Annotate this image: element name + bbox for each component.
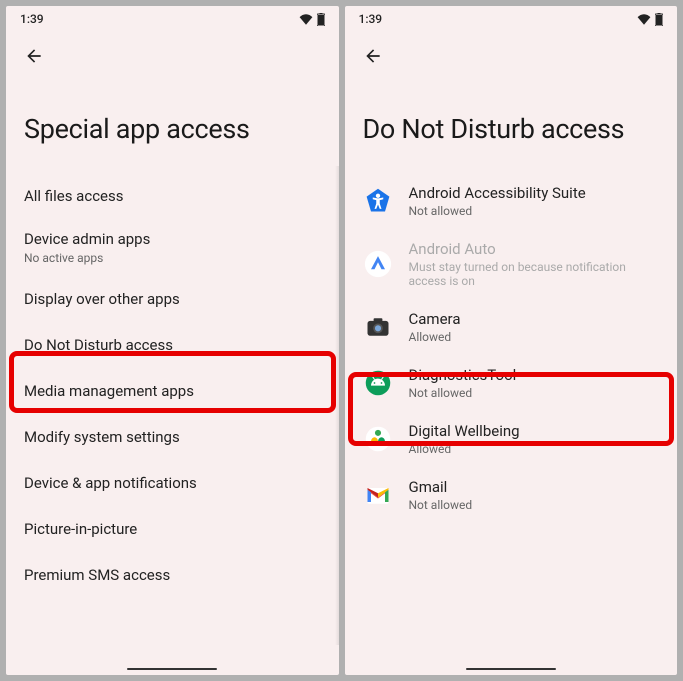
status-time: 1:39 [20, 12, 44, 26]
back-button[interactable] [355, 38, 391, 74]
app-digital-wellbeing[interactable]: Digital Wellbeing Allowed [345, 411, 678, 467]
app-status: Must stay turned on because notification… [409, 260, 660, 288]
app-gmail[interactable]: Gmail Not allowed [345, 467, 678, 523]
header [6, 30, 339, 74]
status-icons [637, 13, 663, 26]
app-accessibility-suite[interactable]: Android Accessibility Suite Not allowed [345, 173, 678, 229]
back-button[interactable] [16, 38, 52, 74]
item-display-over-apps[interactable]: Display over other apps [6, 276, 339, 322]
app-name: Android Accessibility Suite [409, 184, 660, 202]
status-bar: 1:39 [6, 6, 339, 30]
list-label: Premium SMS access [24, 566, 321, 584]
battery-icon [317, 13, 325, 26]
nav-indicator[interactable] [466, 668, 556, 670]
status-icons [299, 13, 325, 26]
list-label: Device admin apps [24, 230, 321, 248]
android-head-icon [363, 368, 393, 398]
header [345, 30, 678, 74]
list-label: Display over other apps [24, 290, 321, 308]
list-label: Picture-in-picture [24, 520, 321, 538]
arrow-left-icon [363, 46, 383, 66]
list-label: Do Not Disturb access [24, 336, 321, 354]
accessibility-icon [363, 186, 393, 216]
battery-icon [655, 13, 663, 26]
app-status: Not allowed [409, 498, 660, 512]
app-diagnostics-tool[interactable]: DiagnosticsTool Not allowed [345, 355, 678, 411]
gmail-icon [363, 480, 393, 510]
app-status: Not allowed [409, 204, 660, 218]
settings-list: All files access Device admin apps No act… [6, 173, 339, 675]
page-title: Do Not Disturb access [345, 74, 678, 173]
app-name: Gmail [409, 478, 660, 496]
arrow-left-icon [24, 46, 44, 66]
wifi-icon [299, 14, 313, 25]
list-label: Modify system settings [24, 428, 321, 446]
app-status: Allowed [409, 330, 660, 344]
item-premium-sms-access[interactable]: Premium SMS access [6, 552, 339, 598]
list-label: Media management apps [24, 382, 321, 400]
item-device-app-notifications[interactable]: Device & app notifications [6, 460, 339, 506]
item-do-not-disturb-access[interactable]: Do Not Disturb access [6, 322, 339, 368]
list-label: All files access [24, 187, 321, 205]
item-picture-in-picture[interactable]: Picture-in-picture [6, 506, 339, 552]
android-auto-icon [363, 249, 393, 279]
status-time: 1:39 [359, 12, 383, 26]
left-screen: 1:39 Special app access All files access… [6, 6, 339, 675]
app-name: Android Auto [409, 240, 660, 258]
app-status: Allowed [409, 442, 660, 456]
app-name: Digital Wellbeing [409, 422, 660, 440]
right-screen: 1:39 Do Not Disturb access Android Acces… [345, 6, 678, 675]
nav-indicator[interactable] [127, 668, 217, 670]
item-modify-system-settings[interactable]: Modify system settings [6, 414, 339, 460]
list-sub: No active apps [24, 251, 321, 265]
item-media-management-apps[interactable]: Media management apps [6, 368, 339, 414]
list-label: Device & app notifications [24, 474, 321, 492]
wifi-icon [637, 14, 651, 25]
page-title: Special app access [6, 74, 339, 173]
status-bar: 1:39 [345, 6, 678, 30]
app-camera[interactable]: Camera Allowed [345, 299, 678, 355]
item-device-admin-apps[interactable]: Device admin apps No active apps [6, 219, 339, 276]
camera-icon [363, 312, 393, 342]
app-status: Not allowed [409, 386, 660, 400]
scroll-edge [335, 166, 339, 645]
app-name: DiagnosticsTool [409, 366, 660, 384]
app-list: Android Accessibility Suite Not allowed A… [345, 173, 678, 675]
wellbeing-icon [363, 424, 393, 454]
app-name: Camera [409, 310, 660, 328]
app-android-auto: Android Auto Must stay turned on because … [345, 229, 678, 299]
item-all-files-access[interactable]: All files access [6, 173, 339, 219]
